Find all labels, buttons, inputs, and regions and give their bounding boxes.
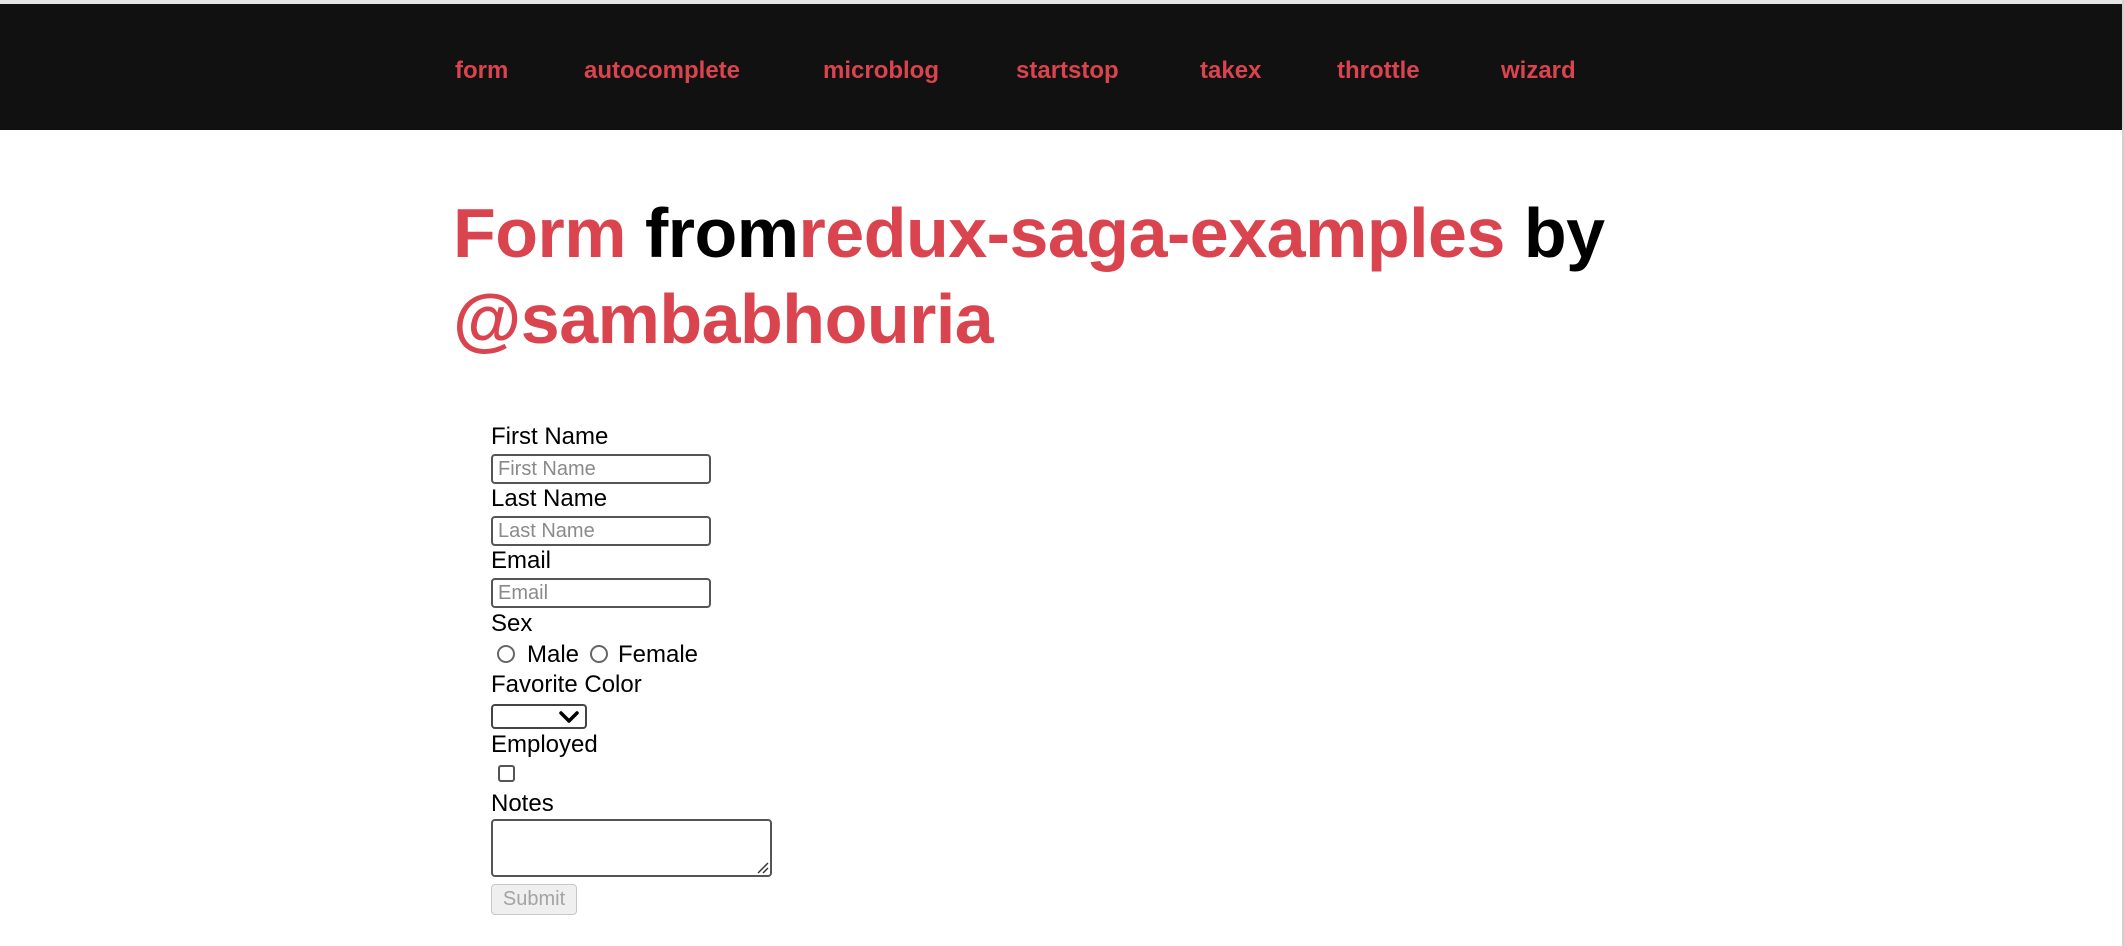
- favorite-color-label: Favorite Color: [491, 671, 642, 698]
- title-author-link[interactable]: @sambabhouria: [453, 280, 994, 358]
- sex-male-radio[interactable]: [497, 645, 515, 663]
- favorite-color-select[interactable]: [491, 704, 587, 729]
- top-navbar: form autocomplete microblog startstop ta…: [0, 4, 2122, 130]
- title-from-text: from: [644, 194, 799, 272]
- resize-handle-icon[interactable]: [756, 861, 769, 874]
- nav-link-takex[interactable]: takex: [1200, 53, 1261, 89]
- employed-label: Employed: [491, 731, 598, 758]
- page-title: Form fromredux-saga-examples by @sambabho…: [453, 190, 1753, 362]
- nav-link-throttle[interactable]: throttle: [1337, 53, 1420, 89]
- last-name-label: Last Name: [491, 485, 608, 512]
- sex-female-radio[interactable]: [590, 645, 608, 663]
- email-label: Email: [491, 547, 552, 574]
- first-name-label: First Name: [491, 423, 609, 450]
- submit-button[interactable]: Submit: [491, 884, 577, 915]
- first-name-input[interactable]: [491, 454, 711, 484]
- sex-male-label[interactable]: Male: [527, 640, 579, 670]
- nav-link-microblog[interactable]: microblog: [823, 53, 939, 89]
- nav-link-wizard[interactable]: wizard: [1501, 53, 1576, 89]
- title-repo-link[interactable]: redux-saga-examples: [799, 194, 1506, 272]
- nav-link-form[interactable]: form: [455, 53, 508, 89]
- nav-link-autocomplete[interactable]: autocomplete: [584, 53, 740, 89]
- last-name-input[interactable]: [491, 516, 711, 546]
- email-input[interactable]: [491, 578, 711, 608]
- notes-label: Notes: [491, 790, 554, 817]
- sex-label: Sex: [491, 610, 533, 637]
- sex-female-label[interactable]: Female: [618, 640, 698, 670]
- notes-textarea[interactable]: [491, 819, 772, 877]
- employed-checkbox[interactable]: [498, 765, 515, 782]
- chevron-down-icon: [559, 711, 579, 723]
- title-page-name: Form: [453, 194, 627, 272]
- nav-link-startstop[interactable]: startstop: [1016, 53, 1119, 89]
- title-by-text: by: [1523, 194, 1605, 272]
